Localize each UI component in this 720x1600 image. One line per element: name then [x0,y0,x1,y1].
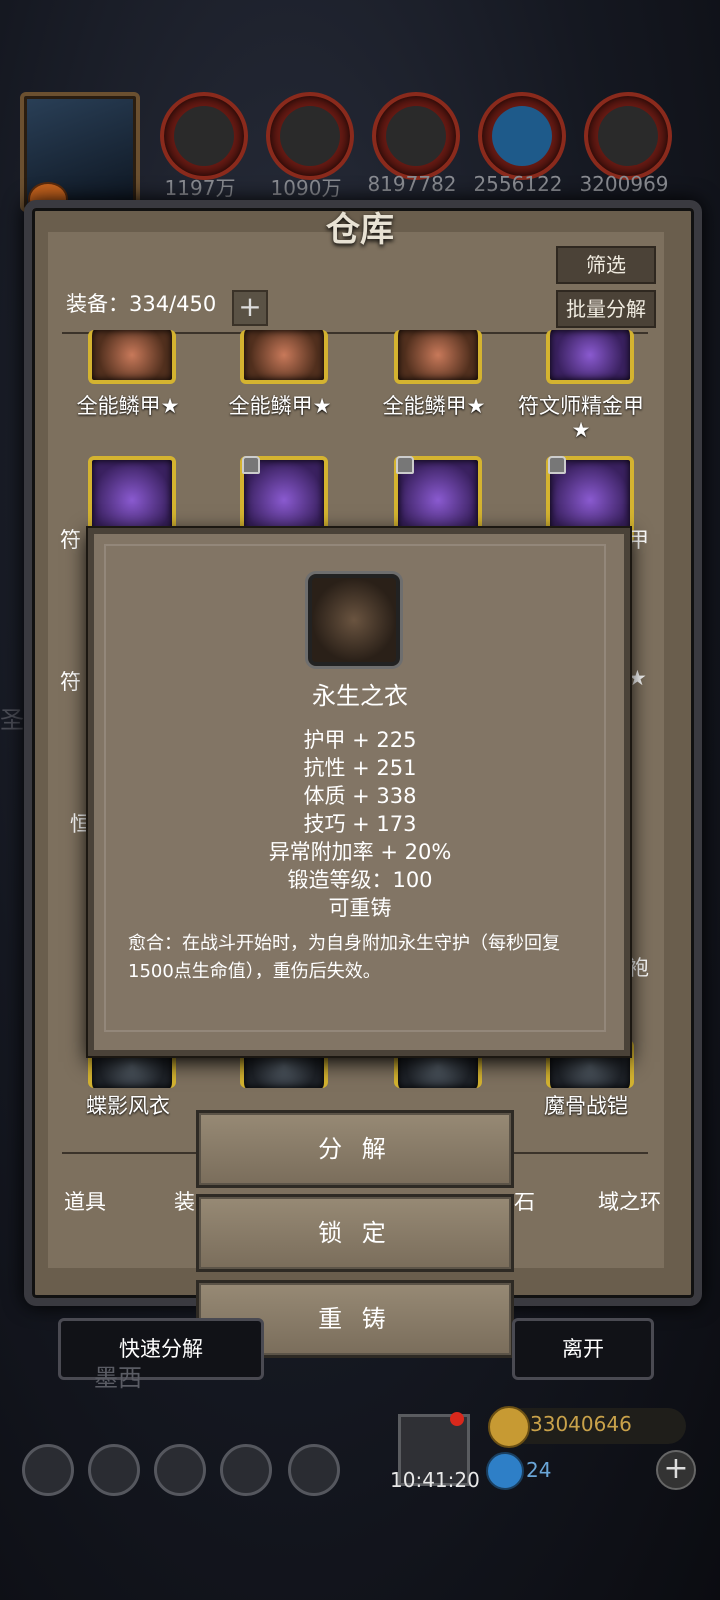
anvil-resource-icon[interactable] [584,92,672,180]
item-label-partial: 符 [60,528,81,552]
background-text: 墨西 [94,1364,142,1392]
stat-skill: 技巧 + 173 [303,812,417,836]
map-icon[interactable] [154,1444,206,1496]
tab-items[interactable]: 道具 [64,1186,106,1216]
leave-button[interactable]: 离开 [512,1318,654,1380]
stat-recastable: 可重铸 [328,896,392,920]
gold-amount: 33040646 [530,1412,632,1436]
tab-equipment[interactable]: 装 [174,1186,195,1216]
cube-icon[interactable] [288,1444,340,1496]
stat-abnormal-rate: 异常附加率 + 20% [268,840,452,864]
item-label: 全能鳞甲★ [228,394,332,418]
tab-domain-rings[interactable]: 域之环 [598,1186,661,1216]
item-slot[interactable] [394,330,482,384]
iron-amount: 8197782 [367,172,457,196]
gem-amount: 24 [526,1458,552,1482]
expand-capacity-button[interactable]: + [232,290,268,326]
stat-forge-level: 锻造等级：100 [287,868,433,892]
item-slot[interactable] [240,330,328,384]
lock-button[interactable]: 锁 定 [196,1194,514,1272]
item-label-partial: 甲 [628,528,649,552]
dismantle-button[interactable]: 分 解 [196,1110,514,1188]
crystal-resource-icon[interactable] [478,92,566,180]
equipment-count: 装备：334/450 [66,292,217,316]
wood-resource-icon[interactable] [266,92,354,180]
notification-dot [450,1412,464,1426]
bulk-dismantle-button[interactable]: 批量分解 [556,290,656,328]
robe-icon [308,574,400,666]
panel-title: 仓库 [326,210,394,250]
anvil-amount: 3200969 [579,172,669,196]
item-label: 蝶影风衣 [86,1094,170,1118]
item-label-partial: 袍 [628,956,649,980]
crystal-amount: 2556122 [473,172,563,196]
item-slot[interactable] [546,330,634,384]
clock-time: 10:41:20 [390,1468,480,1492]
mail-icon[interactable] [220,1444,272,1496]
filter-button[interactable]: 筛选 [556,246,656,284]
stat-resistance: 抗性 + 251 [303,756,417,780]
meat-resource-icon[interactable] [160,92,248,180]
player-avatar[interactable] [20,92,140,216]
item-slot[interactable] [88,330,176,384]
meat-amount: 1197万 [164,176,236,200]
item-label: 全能鳞甲★ [76,394,180,418]
quick-dismantle-button[interactable]: 快速分解 [58,1318,264,1380]
iron-resource-icon[interactable] [372,92,460,180]
stat-constitution: 体质 + 338 [303,784,417,808]
gold-coin-icon [488,1406,530,1448]
lock-icon [242,456,260,474]
stat-armor: 护甲 + 225 [303,728,417,752]
gem-icon [486,1452,524,1490]
item-name: 永生之衣 [312,682,408,710]
item-label: 全能鳞甲★ [382,394,486,418]
lock-icon [548,456,566,474]
add-currency-button[interactable]: + [656,1450,696,1490]
item-label-star: ★ [571,418,591,442]
item-label: 符文师精金甲 [518,394,644,418]
wood-amount: 1090万 [270,176,342,200]
lock-icon [396,456,414,474]
settings-icon[interactable] [22,1444,74,1496]
item-description: 愈合：在战斗开始时，为自身附加永生守护（每秒回复1500点生命值），重伤后失效。 [128,933,560,982]
item-label: 魔骨战铠 [544,1094,628,1118]
tab-stones[interactable]: 石 [514,1186,535,1216]
star-menu-icon[interactable] [88,1444,140,1496]
